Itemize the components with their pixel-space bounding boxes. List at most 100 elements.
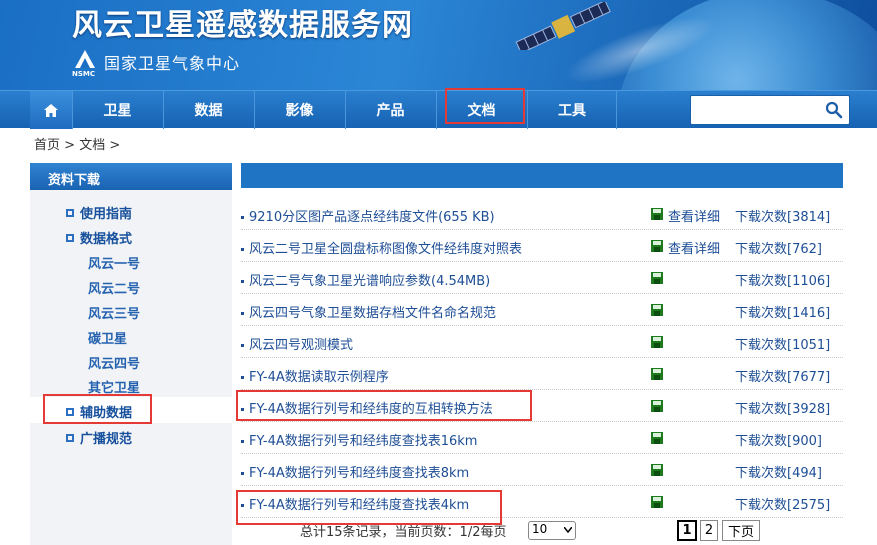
nav-documents[interactable]: 文档	[436, 91, 526, 129]
chevron-down-icon	[564, 527, 572, 533]
floppy-disk-icon[interactable]	[651, 208, 663, 220]
bullet-dot-icon	[241, 376, 244, 379]
view-detail-link[interactable]: 查看详细	[668, 206, 720, 225]
sidebar-item-data-format[interactable]: 数据格式	[66, 228, 132, 247]
logo-label: NSMC	[72, 70, 96, 78]
bullet-dot-icon	[241, 216, 244, 219]
sidebar-item-label: 广播规范	[80, 432, 133, 447]
document-title-link[interactable]: FY-4A数据行列号和经纬度的互相转换方法	[241, 398, 493, 417]
sidebar-sub-fy4[interactable]: 风云四号	[88, 353, 140, 372]
document-title-link[interactable]: 风云四号气象卫星数据存档文件名命名规范	[241, 302, 496, 321]
nav-tools[interactable]: 工具	[527, 91, 617, 129]
breadcrumb: 首页 > 文档 >	[34, 134, 120, 153]
document-title-link[interactable]: FY-4A数据读取示例程序	[241, 366, 389, 385]
nav-imagery[interactable]: 影像	[254, 91, 344, 129]
document-row: 风云二号卫星全圆盘标称图像文件经纬度对照表 查看详细 下载次数[762]	[241, 230, 843, 262]
sidebar-item-label: 辅助数据	[80, 406, 133, 421]
nav-products[interactable]: 产品	[345, 91, 435, 129]
bullet-dot-icon	[241, 408, 244, 411]
document-title-link[interactable]: 9210分区图产品逐点经纬度文件(655 KB)	[241, 206, 495, 225]
download-count: 下载次数[3814]	[735, 210, 831, 225]
bullet-dot-icon	[241, 280, 244, 283]
bullet-dot-icon	[241, 472, 244, 475]
site-banner: 风云卫星遥感数据服务网 NSMC 国家卫星气象中心	[0, 0, 877, 90]
nav-data[interactable]: 数据	[163, 91, 253, 129]
breadcrumb-separator: >	[105, 138, 121, 153]
download-count: 下载次数[1416]	[735, 306, 831, 321]
search-icon[interactable]	[825, 101, 843, 119]
floppy-disk-icon[interactable]	[651, 272, 663, 284]
bullet-dot-icon	[241, 312, 244, 315]
document-title-link[interactable]: FY-4A数据行列号和经纬度查找表4km	[241, 494, 469, 513]
document-title-text: FY-4A数据读取示例程序	[249, 370, 389, 385]
download-count: 下载次数[900]	[735, 434, 822, 449]
floppy-disk-icon[interactable]	[651, 368, 663, 380]
per-page-select[interactable]: 10	[528, 521, 576, 540]
document-title-link[interactable]: 风云二号气象卫星光谱响应参数(4.54MB)	[241, 270, 490, 289]
view-detail-link[interactable]: 查看详细	[668, 238, 720, 257]
document-title-link[interactable]: FY-4A数据行列号和经纬度查找表16km	[241, 430, 477, 449]
site-title: 风云卫星遥感数据服务网	[72, 8, 413, 43]
sidebar-sub-fy1[interactable]: 风云一号	[88, 253, 140, 272]
document-title-text: FY-4A数据行列号和经纬度的互相转换方法	[249, 402, 493, 417]
sidebar-sub-other[interactable]: 其它卫星	[88, 377, 140, 396]
floppy-disk-icon[interactable]	[651, 400, 663, 412]
document-row: FY-4A数据读取示例程序 下载次数[7677]	[241, 358, 843, 390]
bullet-square-icon	[66, 434, 74, 442]
sidebar-item-broadcast-spec[interactable]: 广播规范	[66, 428, 132, 447]
floppy-disk-icon[interactable]	[651, 336, 663, 348]
document-title-link[interactable]: FY-4A数据行列号和经纬度查找表8km	[241, 462, 469, 481]
document-title-link[interactable]: 风云四号观测模式	[241, 334, 353, 353]
breadcrumb-documents[interactable]: 文档	[79, 138, 105, 153]
bullet-square-icon	[66, 234, 74, 242]
download-count: 下载次数[494]	[735, 466, 822, 481]
floppy-disk-icon[interactable]	[651, 432, 663, 444]
pagination-summary: 总计15条记录，当前页数：1/2每页	[300, 525, 507, 540]
page-1-button[interactable]: 1	[677, 520, 697, 541]
download-count: 下载次数[3928]	[735, 402, 831, 417]
floppy-disk-icon[interactable]	[651, 496, 663, 508]
sidebar-sub-fy3[interactable]: 风云三号	[88, 303, 140, 322]
document-title-text: 风云四号气象卫星数据存档文件名命名规范	[249, 306, 497, 321]
main-nav: 卫星 数据 影像 产品 文档 工具	[0, 90, 877, 129]
document-title-text: 9210分区图产品逐点经纬度文件(655 KB)	[249, 210, 495, 225]
document-title-link[interactable]: 风云二号卫星全圆盘标称图像文件经纬度对照表	[241, 238, 522, 257]
floppy-disk-icon[interactable]	[651, 464, 663, 476]
sidebar-sub-carbon[interactable]: 碳卫星	[88, 328, 127, 347]
sidebar-sub-fy2[interactable]: 风云二号	[88, 278, 140, 297]
content-header-bar	[241, 163, 843, 188]
sidebar-item-auxiliary-data[interactable]: 辅助数据	[66, 402, 132, 421]
download-count: 下载次数[762]	[735, 242, 822, 257]
next-page-button[interactable]: 下页	[722, 520, 760, 541]
breadcrumb-separator: >	[60, 138, 80, 153]
sidebar-item-guide[interactable]: 使用指南	[66, 203, 132, 222]
document-row: FY-4A数据行列号和经纬度查找表4km 下载次数[2575]	[241, 486, 843, 518]
download-count: 下载次数[7677]	[735, 370, 831, 385]
floppy-disk-icon[interactable]	[651, 304, 663, 316]
document-row: 风云二号气象卫星光谱响应参数(4.54MB) 下载次数[1106]	[241, 262, 843, 294]
document-title-text: 风云二号气象卫星光谱响应参数(4.54MB)	[249, 274, 491, 289]
nav-home-button[interactable]	[30, 91, 72, 129]
bullet-dot-icon	[241, 440, 244, 443]
document-row: FY-4A数据行列号和经纬度查找表8km 下载次数[494]	[241, 454, 843, 486]
search-input[interactable]	[694, 97, 820, 123]
document-row: FY-4A数据行列号和经纬度查找表16km 下载次数[900]	[241, 422, 843, 454]
floppy-disk-icon[interactable]	[651, 240, 663, 252]
sidebar: 资料下载 使用指南 数据格式 风云一号 风云二号 风云三号 碳卫星 风云四号 其…	[30, 163, 232, 545]
document-title-text: 风云四号观测模式	[249, 338, 354, 353]
document-title-text: FY-4A数据行列号和经纬度查找表8km	[249, 466, 470, 481]
per-page-value: 10	[532, 522, 548, 536]
document-title-text: 风云二号卫星全圆盘标称图像文件经纬度对照表	[249, 242, 523, 257]
document-row: 风云四号气象卫星数据存档文件名命名规范 下载次数[1416]	[241, 294, 843, 326]
nav-satellite[interactable]: 卫星	[72, 91, 162, 129]
sidebar-title: 资料下载	[30, 163, 232, 190]
download-count: 下载次数[2575]	[735, 498, 831, 513]
page-2-button[interactable]: 2	[700, 520, 718, 541]
breadcrumb-home[interactable]: 首页	[34, 138, 60, 153]
download-count: 下载次数[1106]	[735, 274, 831, 289]
sidebar-item-label: 数据格式	[80, 232, 133, 247]
bullet-dot-icon	[241, 504, 244, 507]
search-box	[690, 95, 850, 125]
bullet-dot-icon	[241, 344, 244, 347]
home-icon	[44, 103, 58, 117]
